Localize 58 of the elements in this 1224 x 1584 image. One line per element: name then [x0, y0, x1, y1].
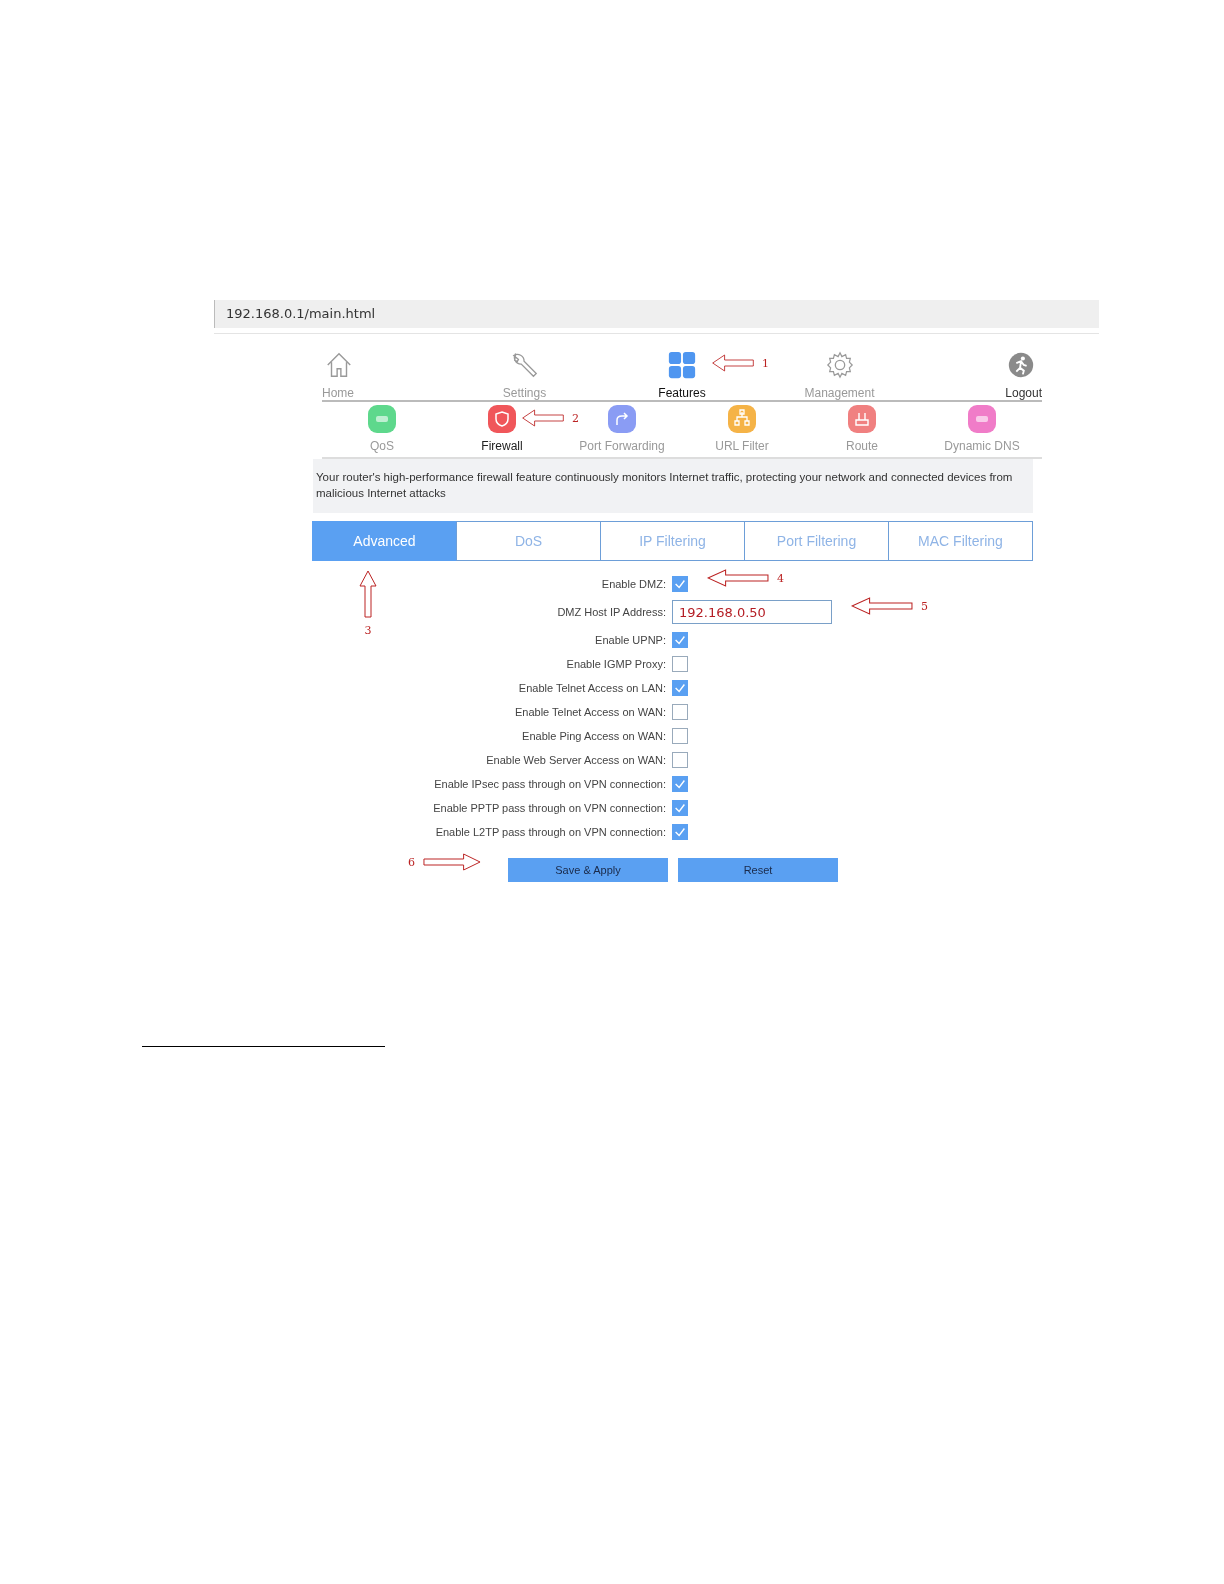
checkbox[interactable]	[672, 800, 688, 816]
tab[interactable]: DoS	[456, 521, 601, 561]
setting-label: Enable UPNP:	[594, 634, 667, 646]
description-text: Your router's high-performance firewall feature continuously monitors Internet traffic, protecting your network and connected devices from malicious Internet attacks	[313, 459, 1033, 513]
feature-tab[interactable]: Port Forwarding	[579, 405, 665, 453]
annotation-number: 2	[572, 411, 579, 425]
setting-label: Enable Telnet Access on WAN:	[513, 706, 667, 718]
reset-button[interactable]: Reset	[678, 858, 838, 882]
feature-tab[interactable]: Firewall	[481, 405, 523, 453]
annotation-number: 6	[408, 855, 415, 869]
home-icon	[324, 350, 354, 380]
setting-label: Enable DMZ:	[600, 578, 667, 590]
checkbox[interactable]	[672, 680, 688, 696]
tab[interactable]: IP Filtering	[600, 521, 745, 561]
arrow-icon	[522, 409, 564, 427]
checkbox[interactable]	[672, 576, 688, 592]
arrow-icon	[851, 597, 913, 615]
checkbox[interactable]	[672, 704, 688, 720]
setting-label: Enable Web Server Access on WAN:	[485, 754, 667, 766]
checkbox[interactable]	[672, 632, 688, 648]
setting-label: Enable Ping Access on WAN:	[521, 730, 667, 742]
setting-label: Enable L2TP pass through on VPN connection:	[434, 826, 667, 838]
setting-label: DMZ Host IP Address:	[556, 606, 667, 618]
save-apply-button[interactable]: Save & Apply	[508, 858, 668, 882]
checkbox[interactable]	[672, 728, 688, 744]
ip-address-field[interactable]: 192.168.0.50	[672, 600, 832, 624]
address-bar[interactable]: 192.168.0.1/main.html	[214, 300, 1099, 328]
annotation-number: 5	[921, 599, 928, 613]
nav-item[interactable]: Logout	[952, 350, 1042, 400]
gear-icon	[824, 350, 855, 380]
setting-label: Enable PPTP pass through on VPN connection:	[432, 802, 667, 814]
feature-tab[interactable]: URL Filter	[715, 405, 769, 453]
arrow-icon	[423, 853, 481, 871]
setting-label: Enable IPsec pass through on VPN connection:	[433, 778, 667, 790]
nav-item[interactable]: Home	[322, 350, 412, 400]
tab[interactable]: Port Filtering	[744, 521, 889, 561]
feature-tab[interactable]: Route	[846, 405, 878, 453]
arrow-icon	[359, 570, 377, 618]
checkbox[interactable]	[672, 776, 688, 792]
feature-tab[interactable]: QoS	[368, 405, 396, 453]
checkbox[interactable]	[672, 752, 688, 768]
checkbox[interactable]	[672, 656, 688, 672]
arrow-icon	[712, 354, 754, 372]
tab[interactable]: MAC Filtering	[888, 521, 1033, 561]
tab[interactable]: Advanced	[312, 521, 457, 561]
arrow-icon	[707, 569, 769, 587]
annotation-number: 3	[364, 624, 372, 637]
checkbox[interactable]	[672, 824, 688, 840]
running-figure-icon	[1006, 350, 1036, 380]
nav-item[interactable]: Features	[637, 350, 727, 400]
feature-tab[interactable]: Dynamic DNS	[944, 405, 1020, 453]
nav-item[interactable]: Management	[794, 350, 885, 400]
setting-label: Enable Telnet Access on LAN:	[517, 682, 667, 694]
nav-item[interactable]: Settings	[479, 350, 570, 400]
annotation-number: 1	[762, 356, 769, 370]
setting-label: Enable IGMP Proxy:	[565, 658, 667, 670]
annotation-number: 4	[777, 571, 784, 585]
grid-icon	[667, 350, 697, 380]
